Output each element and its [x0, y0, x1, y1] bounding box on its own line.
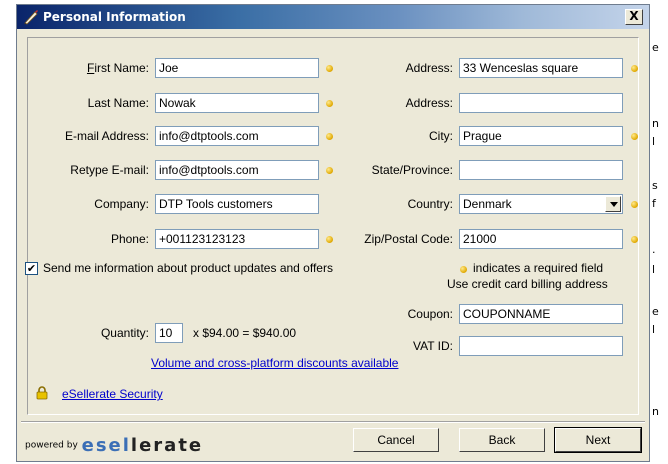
- footer-divider: [21, 421, 645, 423]
- background-char: n: [652, 117, 659, 130]
- coupon-field[interactable]: COUPONNAME: [459, 304, 623, 324]
- volume-discounts-link[interactable]: Volume and cross-platform discounts avai…: [151, 356, 398, 370]
- address2-label: Address:: [405, 96, 453, 110]
- country-label: Country:: [407, 197, 453, 211]
- required-indicator-icon: [326, 167, 333, 174]
- company-label: Company:: [94, 197, 149, 211]
- updates-checkbox-label: Send me information about product update…: [43, 261, 333, 275]
- updates-checkbox[interactable]: ✔: [25, 262, 38, 275]
- required-indicator-icon: [326, 65, 333, 72]
- logo-wordmark: esellerate: [81, 435, 204, 456]
- phone-field[interactable]: +001123123123: [155, 229, 319, 249]
- company-field[interactable]: DTP Tools customers: [155, 194, 319, 214]
- title-bar[interactable]: Personal Information X: [17, 5, 649, 29]
- cancel-button[interactable]: Cancel: [353, 428, 439, 452]
- state-field[interactable]: [459, 160, 623, 180]
- required-indicator-icon: [631, 133, 638, 140]
- address-line1-field[interactable]: 33 Wenceslas square: [459, 58, 623, 78]
- city-field[interactable]: Prague: [459, 126, 623, 146]
- back-button[interactable]: Back: [459, 428, 545, 452]
- background-char: l: [652, 135, 656, 148]
- email-label: E-mail Address:: [64, 129, 149, 143]
- zip-field[interactable]: 21000: [459, 229, 623, 249]
- required-indicator-icon: [326, 133, 333, 140]
- esellerate-security-link[interactable]: eSellerate Security: [62, 387, 163, 401]
- close-button[interactable]: X: [625, 9, 643, 25]
- background-char: l: [652, 263, 656, 276]
- email-field[interactable]: info@dtptools.com: [155, 126, 319, 146]
- esellerate-logo: powered by esellerate: [25, 435, 203, 456]
- city-label: City:: [429, 129, 453, 143]
- retype-email-field[interactable]: info@dtptools.com: [155, 160, 319, 180]
- close-icon: X: [629, 9, 639, 23]
- billing-note: Use credit card billing address: [447, 277, 608, 291]
- personal-information-dialog: Personal Information X First Name: Joe L…: [16, 4, 650, 462]
- required-indicator-icon: [460, 266, 467, 273]
- first-name-field[interactable]: Joe: [155, 58, 319, 78]
- address-label: Address:: [405, 61, 453, 75]
- background-char: s: [652, 179, 658, 192]
- phone-label: Phone:: [110, 232, 149, 246]
- price-total-text: x $94.00 = $940.00: [193, 326, 297, 340]
- background-char: n: [652, 405, 659, 418]
- background-char: e: [652, 305, 659, 318]
- next-button[interactable]: Next: [554, 427, 642, 453]
- country-selected-value: Denmark: [463, 197, 512, 211]
- vat-label: VAT ID:: [412, 339, 453, 353]
- first-name-label-text: irst Name:: [94, 61, 149, 75]
- lock-icon: [36, 386, 48, 400]
- coupon-label: Coupon:: [407, 307, 453, 321]
- retype-email-label: Retype E-mail:: [70, 163, 149, 177]
- zip-label: Zip/Postal Code:: [364, 232, 453, 246]
- last-name-label: Last Name:: [87, 96, 149, 110]
- state-label: State/Province:: [371, 163, 453, 177]
- chevron-down-icon[interactable]: [605, 196, 621, 212]
- background-char: l: [652, 323, 656, 336]
- required-indicator-icon: [326, 100, 333, 107]
- background-char: .: [652, 243, 656, 256]
- quantity-label: Quantity:: [100, 326, 149, 340]
- address-line2-field[interactable]: [459, 93, 623, 113]
- quill-pen-icon: [24, 10, 38, 25]
- required-indicator-icon: [631, 236, 638, 243]
- background-char: e: [652, 41, 659, 54]
- background-char: f: [652, 197, 656, 210]
- window-title: Personal Information: [43, 10, 186, 24]
- powered-by-text: powered by: [25, 440, 78, 451]
- required-indicator-icon: [326, 236, 333, 243]
- last-name-field[interactable]: Nowak: [155, 93, 319, 113]
- vat-field[interactable]: [459, 336, 623, 356]
- country-select[interactable]: Denmark: [459, 194, 623, 214]
- quantity-field[interactable]: 10: [155, 323, 183, 343]
- required-indicator-icon: [631, 201, 638, 208]
- first-name-label: First Name:: [86, 61, 149, 75]
- required-indicator-icon: [631, 65, 638, 72]
- required-legend-text: indicates a required field: [473, 261, 604, 275]
